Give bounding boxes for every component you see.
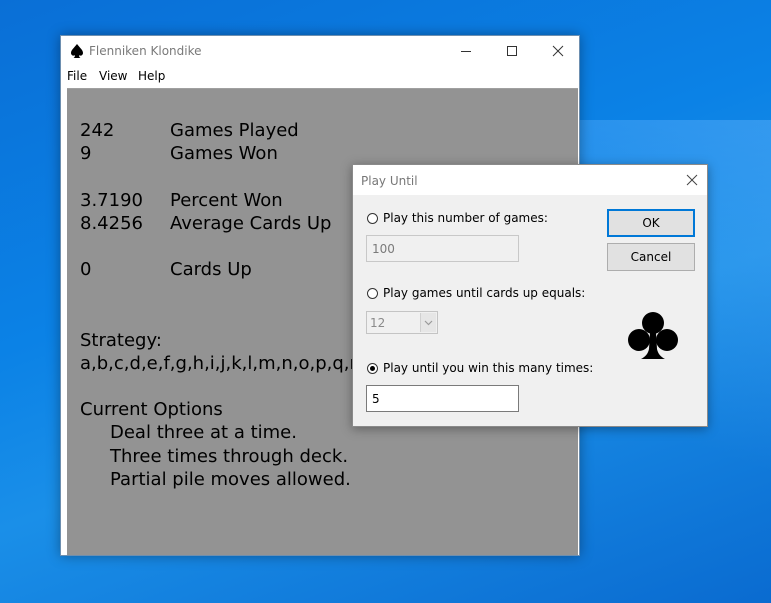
games-count-radio[interactable] [367, 213, 378, 224]
games-count-label: Play this number of games: [383, 211, 548, 225]
radio-selected-dot [370, 366, 375, 371]
games-won-label: Games Won [170, 143, 278, 164]
menu-file[interactable]: File [67, 69, 87, 83]
close-icon [552, 45, 564, 57]
games-won-value: 9 [80, 143, 92, 164]
average-cards-up-value: 8.4256 [80, 213, 143, 234]
option-item: Partial pile moves allowed. [110, 469, 351, 490]
maximize-button[interactable] [489, 36, 535, 66]
games-played-label: Games Played [170, 120, 299, 141]
chevron-down-icon [424, 320, 433, 326]
play-until-dialog: Play Until Play this number of games: 10… [352, 164, 708, 427]
options-heading: Current Options [80, 399, 223, 420]
cards-up-target-label: Play games until cards up equals: [383, 286, 586, 300]
spade-icon [71, 44, 83, 58]
minimize-button[interactable] [443, 36, 489, 66]
ok-button[interactable]: OK [607, 209, 695, 237]
percent-won-value: 3.7190 [80, 190, 143, 211]
cards-up-select[interactable]: 12 [366, 311, 438, 334]
cards-up-radio[interactable] [367, 288, 378, 299]
games-count-field[interactable]: 100 [366, 235, 519, 262]
minimize-icon [461, 51, 471, 52]
option-item: Deal three at a time. [110, 422, 297, 443]
percent-won-label: Percent Won [170, 190, 283, 211]
maximize-icon [507, 46, 517, 56]
dialog-title-bar[interactable]: Play Until [353, 165, 707, 195]
window-title: Flenniken Klondike [89, 44, 202, 58]
title-bar[interactable]: Flenniken Klondike [61, 36, 579, 66]
menu-view[interactable]: View [99, 69, 127, 83]
option-item: Three times through deck. [110, 446, 349, 467]
dialog-title: Play Until [361, 174, 418, 188]
close-button[interactable] [535, 36, 581, 66]
menu-help[interactable]: Help [138, 69, 165, 83]
strategy-heading: Strategy: [80, 330, 162, 351]
games-played-value: 242 [80, 120, 115, 141]
wins-count-label: Play until you win this many times: [383, 361, 594, 375]
close-icon[interactable] [685, 173, 699, 187]
club-icon [628, 312, 678, 359]
average-cards-up-label: Average Cards Up [170, 213, 332, 234]
wins-count-field[interactable]: 5 [366, 385, 519, 412]
cards-up-value: 0 [80, 259, 92, 280]
strategy-value: a,b,c,d,e,f,g,h,i,j,k,l,m,n,o,p,q,r [80, 353, 357, 374]
cards-up-select-value: 12 [370, 316, 386, 330]
cancel-button[interactable]: Cancel [607, 243, 695, 271]
dropdown-arrow[interactable] [420, 313, 436, 332]
cards-up-label: Cards Up [170, 259, 252, 280]
menu-bar: File View Help [61, 66, 579, 88]
wins-count-radio[interactable] [367, 363, 378, 374]
